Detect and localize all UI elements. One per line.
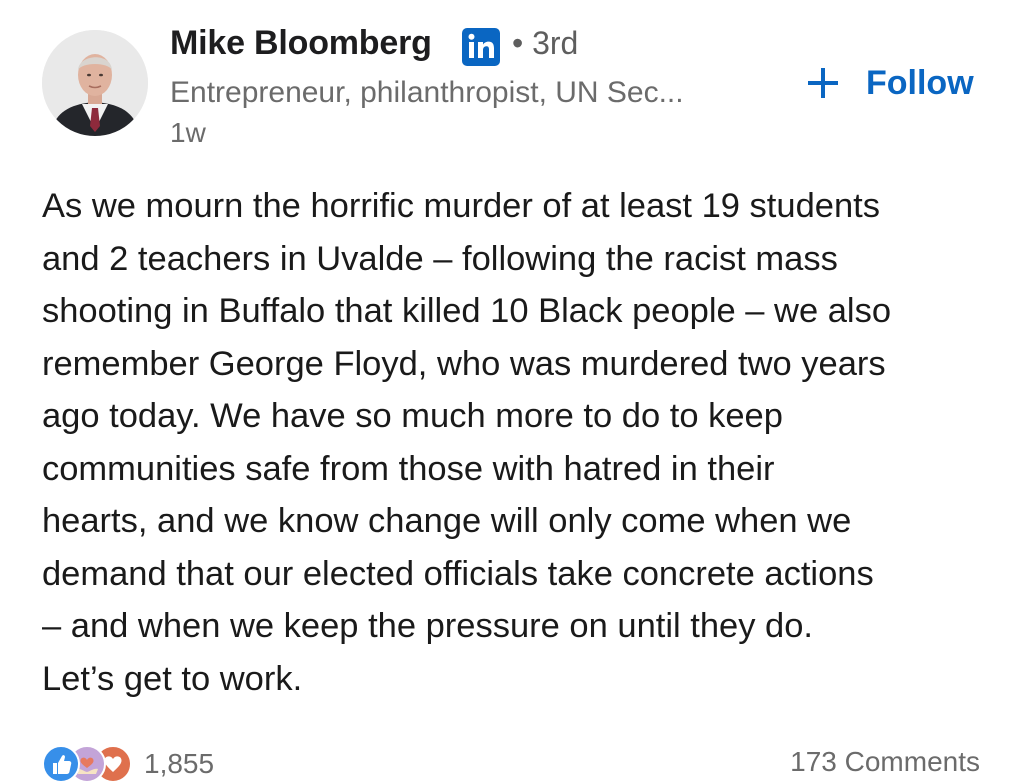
post-text-line: demand that our elected officials take c… bbox=[42, 554, 874, 593]
reactions-summary[interactable]: 1,855 bbox=[42, 744, 214, 784]
author-headline: Entrepreneur, philanthropist, UN Sec... bbox=[170, 76, 684, 109]
like-icon bbox=[42, 745, 80, 783]
post-text-line: hearts, and we know change will only com… bbox=[42, 502, 852, 540]
post-text-line: ago today. We have so much more to do to… bbox=[42, 397, 783, 435]
post-body: As we mourn the horrific murder of at le… bbox=[42, 180, 1002, 705]
post-timestamp: 1w bbox=[170, 117, 206, 148]
post-text-line: remember George Floyd, who was murdered … bbox=[42, 344, 886, 383]
post-text-line: shooting in Buffalo that killed 10 Black… bbox=[42, 292, 892, 330]
post-text-line: and 2 teachers in Uvalde – following the… bbox=[42, 239, 838, 278]
post-text-line: Let’s get to work. bbox=[42, 659, 303, 698]
post-text-line: – and when we keep the pressure on until… bbox=[42, 607, 814, 645]
linkedin-icon bbox=[462, 28, 500, 66]
post-text-line: As we mourn the horrific murder of at le… bbox=[42, 187, 880, 225]
follow-button[interactable]: Follow bbox=[806, 60, 974, 106]
post-text-line: communities safe from those with hatred … bbox=[42, 449, 775, 488]
reaction-count: 1,855 bbox=[144, 748, 215, 779]
comments-link[interactable]: 173 Comments bbox=[790, 746, 980, 778]
author-avatar[interactable] bbox=[42, 30, 148, 136]
follow-label: Follow bbox=[866, 63, 974, 102]
author-name[interactable]: Mike Bloomberg bbox=[170, 24, 432, 63]
connection-degree: • 3rd bbox=[512, 25, 579, 61]
plus-icon bbox=[806, 66, 840, 100]
